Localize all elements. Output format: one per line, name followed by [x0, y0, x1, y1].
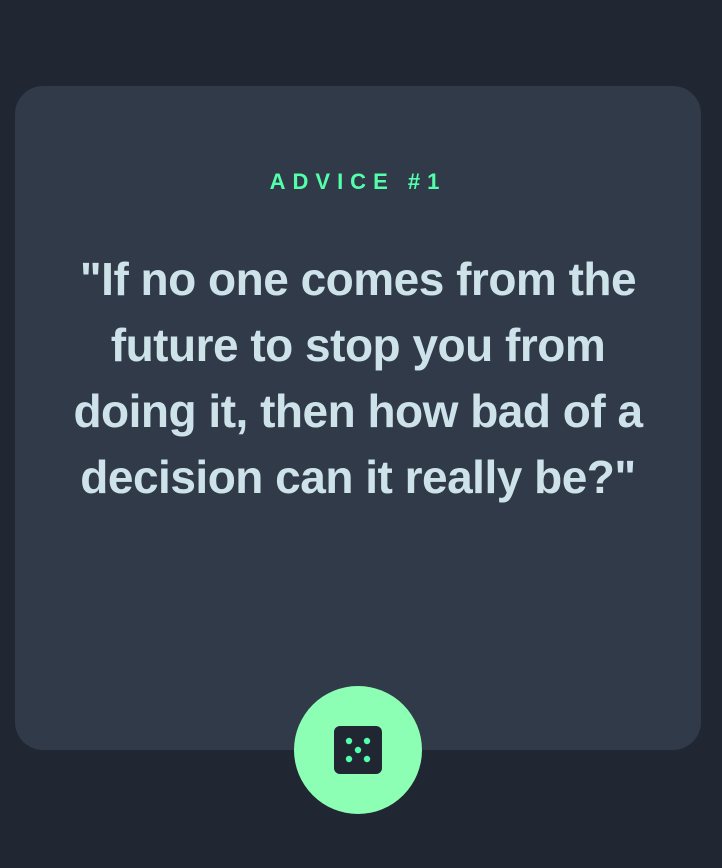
advice-label-text: Advice: [269, 169, 395, 194]
generate-advice-button[interactable]: [294, 686, 422, 814]
advice-heading: Advice 1: [15, 169, 701, 195]
dice-icon: [334, 726, 382, 774]
advice-number: 1: [408, 169, 447, 194]
page: Advice 1 If no one comes from the future…: [0, 0, 722, 868]
advice-quote: If no one comes from the future to stop …: [55, 246, 661, 510]
advice-card: Advice 1 If no one comes from the future…: [15, 86, 701, 750]
